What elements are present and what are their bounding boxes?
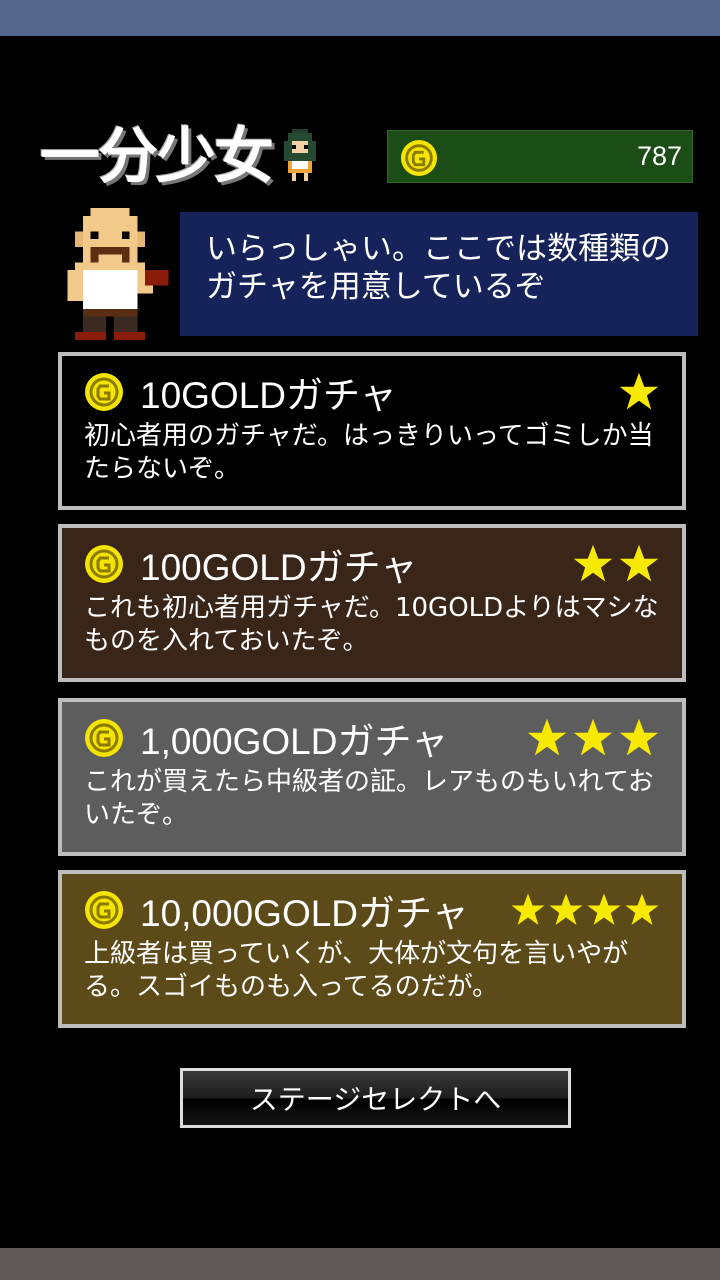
gacha-1000-gold-button[interactable]: 1,000GOLDガチャ これが買えたら中級者の証。レアものもいれておいたぞ。 [58, 698, 686, 856]
rarity-stars [572, 543, 660, 585]
stage-select-button[interactable]: ステージセレクトへ [180, 1068, 571, 1128]
gacha-title: 100GOLDガチャ [140, 547, 418, 588]
gold-coin-icon [85, 545, 123, 583]
star-icon [619, 544, 659, 582]
gacha-10-gold-button[interactable]: 10GOLDガチャ 初心者用のガチャだ。はっきりいってゴミしか当たらないぞ。 [58, 352, 686, 510]
girl-character-icon [284, 129, 316, 181]
gacha-description: 初心者用のガチャだ。はっきりいってゴミしか当たらないぞ。 [84, 421, 654, 484]
gacha-title: 1,000GOLDガチャ [140, 721, 449, 762]
gold-coin-icon [85, 373, 123, 411]
speech-text: いらっしゃい。ここでは数種類のガチャを用意しているぞ [206, 231, 671, 305]
status-bar [0, 0, 720, 36]
gold-coin-icon [85, 891, 123, 929]
rarity-stars [510, 892, 660, 928]
navigation-bar [0, 1248, 720, 1280]
gacha-title: 10,000GOLDガチャ [140, 893, 469, 934]
star-icon [619, 372, 659, 410]
stage-select-label: ステージセレクトへ [249, 1083, 502, 1116]
star-icon [573, 718, 613, 756]
gold-coin-icon [85, 719, 123, 757]
star-icon [625, 893, 659, 925]
gacha-description: 上級者は買っていくが、大体が文句を言いやがる。スゴイものも入ってるのだが。 [84, 939, 629, 1002]
shopkeeper-speech-bubble: いらっしゃい。ここでは数種類のガチャを用意しているぞ [180, 212, 698, 336]
gold-coin-icon [400, 139, 438, 177]
star-icon [511, 893, 545, 925]
star-icon [573, 544, 613, 582]
star-icon [527, 718, 567, 756]
rarity-stars [618, 371, 660, 413]
shopkeeper-character-icon [67, 208, 169, 340]
gacha-100-gold-button[interactable]: 100GOLDガチャ これも初心者用ガチャだ。10GOLDよりはマシなものを入れ… [58, 524, 686, 682]
gacha-title: 10GOLDガチャ [140, 375, 397, 416]
star-icon [549, 893, 583, 925]
rarity-stars [526, 717, 660, 759]
game-logo: 一分少女 [40, 122, 320, 192]
gold-amount: 787 [636, 141, 682, 171]
gacha-description: これが買えたら中級者の証。レアものもいれておいたぞ。 [84, 767, 654, 830]
gacha-description: これも初心者用ガチャだ。10GOLDよりはマシなものを入れておいたぞ。 [84, 593, 659, 656]
gacha-10000-gold-button[interactable]: 10,000GOLDガチャ 上級者は買っていくが、大体が文句を言いやがる。スゴイ… [58, 870, 686, 1028]
gold-counter: 787 [387, 130, 693, 183]
star-icon [619, 718, 659, 756]
logo-text: 一分少女 [40, 122, 274, 192]
star-icon [587, 893, 621, 925]
